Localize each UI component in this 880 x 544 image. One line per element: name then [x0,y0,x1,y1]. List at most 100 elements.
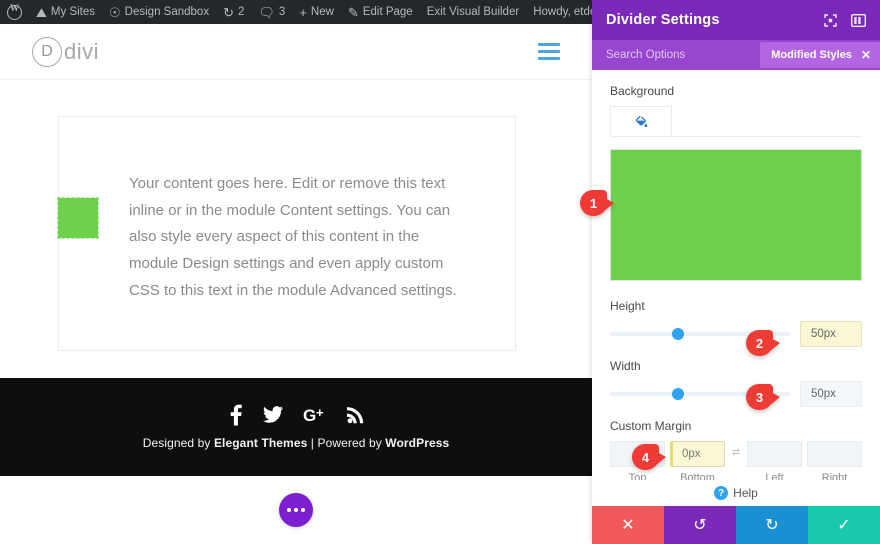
marker-number: 1 [580,190,607,216]
site-preview: D divi Your content goes here. Edit or r… [0,24,592,544]
adminbar-label-exit-visual-builder: Exit Visual Builder [426,6,520,18]
pencil-icon: ✎ [347,4,359,20]
help-label: Help [733,486,758,500]
margin-right-caption: Right [821,472,848,480]
search-options-input[interactable]: Search Options [606,49,685,61]
plus-icon: + [299,4,307,20]
redo-button[interactable]: ↻ [736,506,808,544]
panel-action-bar: ✕ ↺ ↻ ✓ [592,506,880,544]
panel-layout-icon[interactable] [851,13,866,27]
text-module-body: Your content goes here. Edit or remove t… [129,175,457,299]
close-icon[interactable]: ✕ [861,49,871,61]
modified-styles-label: Modified Styles [771,49,852,61]
adminbar-item-edit-page[interactable]: ✎ Edit Page [341,0,420,24]
ellipsis-dot [301,508,305,512]
adminbar-item-wp-logo[interactable] [0,0,29,24]
hamburger-bar [538,50,560,53]
divi-logo[interactable]: D divi [32,36,100,67]
margin-bottom-cell: 0px Bottom [670,441,725,480]
marker-number: 3 [746,384,773,410]
adminbar-item-comments[interactable]: 🗨 3 [251,0,292,24]
credit-middle: | Powered by [307,436,386,450]
callout-marker-2: 2 [746,330,780,356]
background-label: Background [610,84,675,98]
svg-text:G: G [303,406,316,424]
focus-target-icon[interactable] [824,13,837,27]
paint-bucket-icon [636,115,648,127]
margin-top-caption: Top [628,472,647,480]
screen: ⛰ My Sites ☉ Design Sandbox ↻ 2 🗨 3 + Ne… [0,0,880,544]
facebook-icon[interactable] [228,404,243,426]
adminbar-item-design-sandbox[interactable]: ☉ Design Sandbox [102,0,216,24]
comment-icon: 🗨 [258,4,275,20]
margin-right-input[interactable] [807,441,862,467]
help-row[interactable]: ? Help [592,480,880,506]
adminbar-label-updates: 2 [237,6,245,18]
page-content: Your content goes here. Edit or remove t… [0,80,592,352]
adminbar-label-my-sites: My Sites [50,6,96,18]
width-label: Width [610,359,641,373]
credit-brand-elegant-themes[interactable]: Elegant Themes [214,436,307,450]
credit-prefix: Designed by [142,436,214,450]
builder-fab-area [0,476,592,544]
adminbar-label-design-sandbox: Design Sandbox [124,6,210,18]
twitter-icon[interactable] [263,406,283,424]
callout-marker-4: 4 [632,444,666,470]
margin-bottom-caption: Bottom [680,472,715,480]
adminbar-item-new[interactable]: + New [292,0,341,24]
ellipsis-dot [294,508,298,512]
adminbar-item-updates[interactable]: ↻ 2 [216,0,251,24]
width-value-input[interactable]: 50px [800,381,862,407]
margin-left-input[interactable] [747,441,802,467]
panel-header-tools [824,13,866,27]
background-color-swatch[interactable] [610,149,862,281]
credit-brand-wordpress[interactable]: WordPress [385,436,449,450]
social-links: G + [228,404,364,426]
panel-header: Divider Settings [592,0,880,40]
adminbar-item-my-sites[interactable]: ⛰ My Sites [29,0,102,24]
updates-icon: ↻ [223,4,234,20]
divi-logo-text: divi [64,38,100,64]
save-button[interactable]: ✓ [808,506,880,544]
marker-number: 4 [632,444,659,470]
cancel-button[interactable]: ✕ [592,506,664,544]
wordpress-icon [7,3,22,20]
margin-left-caption: Left [765,472,784,480]
undo-button[interactable]: ↺ [664,506,736,544]
adminbar-label-new: New [310,6,334,18]
adminbar-item-exit-visual-builder[interactable]: Exit Visual Builder [420,0,526,24]
footer-credit: Designed by Elegant Themes | Powered by … [143,436,450,450]
panel-title: Divider Settings [606,12,720,28]
ellipsis-dot [287,508,291,512]
ellipsis-icon[interactable] [279,493,313,527]
google-plus-icon[interactable]: G + [303,406,327,424]
margin-right-cell: Right [807,441,862,480]
link-icon[interactable]: ⇄ [730,447,742,458]
height-slider-handle[interactable] [672,328,685,340]
height-value-input[interactable]: 50px [800,321,862,347]
panel-body: Background Height 50px Width 50px Custom… [592,70,880,480]
divider-module[interactable] [57,197,99,239]
wp-admin-bar: ⛰ My Sites ☉ Design Sandbox ↻ 2 🗨 3 + Ne… [0,0,646,24]
rss-icon[interactable] [347,406,364,424]
height-slider-row: 50px [610,321,862,347]
site-icon: ☉ [109,4,121,20]
callout-marker-3: 3 [746,384,780,410]
hamburger-bar [538,43,560,46]
adminbar-label-comments: 3 [278,6,286,18]
background-tabs [610,106,862,137]
adminbar-label-edit-page: Edit Page [362,6,413,18]
sites-icon: ⛰ [36,4,47,20]
width-slider-handle[interactable] [672,388,685,400]
divi-logo-mark: D [32,36,62,67]
background-color-tab[interactable] [610,106,672,136]
svg-text:+: + [316,406,324,420]
site-header: D divi [0,24,592,80]
site-footer: G + Designed by Elegant Themes | Powered … [0,378,592,476]
margin-bottom-input[interactable]: 0px [670,441,725,467]
width-slider-row: 50px [610,381,862,407]
text-module[interactable]: Your content goes here. Edit or remove t… [58,116,516,352]
modified-styles-badge[interactable]: Modified Styles ✕ [760,42,880,68]
hamburger-icon[interactable] [538,43,560,60]
panel-search-row: Search Options Modified Styles ✕ [592,40,880,70]
